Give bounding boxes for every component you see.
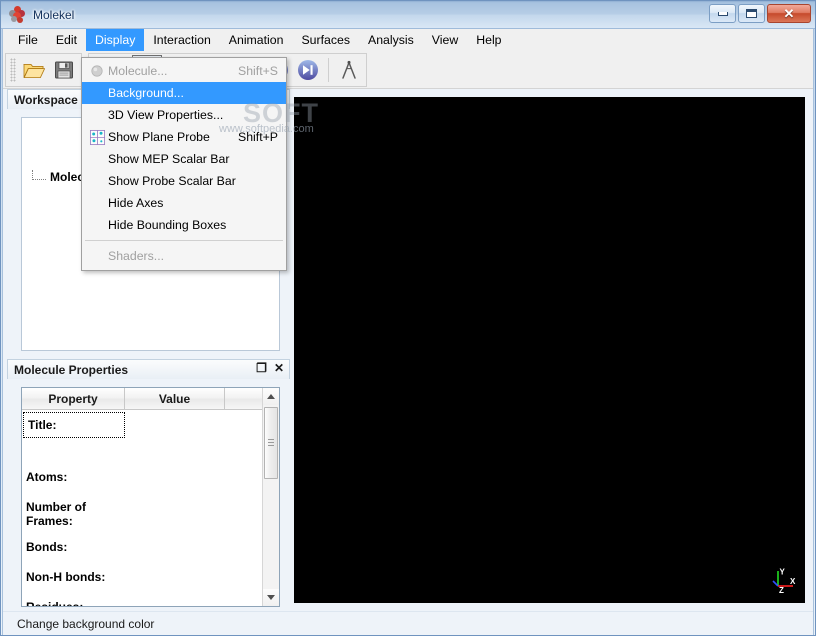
measure-button[interactable] — [334, 55, 364, 85]
next-frame-button[interactable] — [293, 55, 323, 85]
chevron-down-icon — [267, 595, 275, 600]
column-header-property[interactable]: Property — [22, 388, 125, 410]
properties-panel-title: Molecule Properties ❐ ✕ — [7, 359, 290, 379]
molecule-icon — [9, 6, 26, 23]
menu-help[interactable]: Help — [467, 29, 510, 51]
properties-table-header: Property Value — [22, 388, 262, 410]
menu-item-label: Show Plane Probe — [108, 130, 210, 144]
application-window: Molekel ✕ File Edit Display Interaction … — [0, 0, 816, 636]
status-bar: Change background color — [3, 611, 813, 635]
properties-table-main: Property Value Title: Atoms: Number of F… — [22, 388, 262, 606]
menu-view[interactable]: View — [423, 29, 467, 51]
client-area: File Edit Display Interaction Animation … — [2, 29, 814, 635]
workspace-title-label: Workspace — [14, 92, 78, 107]
menu-analysis[interactable]: Analysis — [359, 29, 423, 51]
menu-item-label: Background... — [108, 86, 184, 100]
properties-table-body: Title: Atoms: Number of Frames: Bonds: N… — [22, 410, 262, 606]
compass-icon — [342, 60, 356, 79]
column-header-value[interactable]: Value — [125, 388, 225, 410]
3d-viewport[interactable]: Y X Z — [294, 97, 805, 603]
axis-label-y: Y — [780, 568, 786, 577]
menu-item-label: Show Probe Scalar Bar — [108, 174, 236, 188]
scroll-down-button[interactable] — [263, 589, 279, 606]
minimize-icon — [717, 11, 728, 16]
scrollbar-track[interactable] — [263, 405, 279, 589]
menu-item-hide-axes[interactable]: Hide Axes — [82, 192, 286, 214]
floppy-disk-icon — [55, 61, 73, 78]
display-menu-dropdown: Molecule... Shift+S Background... 3D Vie… — [81, 57, 287, 271]
scroll-up-button[interactable] — [263, 388, 279, 405]
plane-probe-icon — [86, 129, 108, 146]
menu-item-show-mep-scalar-bar[interactable]: Show MEP Scalar Bar — [82, 148, 286, 170]
maximize-icon — [746, 9, 757, 18]
table-row[interactable]: Residues: — [22, 600, 83, 606]
sphere-icon — [86, 64, 108, 78]
open-folder-icon — [23, 63, 45, 78]
menu-interaction[interactable]: Interaction — [144, 29, 219, 51]
properties-title-label: Molecule Properties — [14, 362, 129, 377]
maximize-button[interactable] — [738, 4, 765, 23]
status-message: Change background color — [17, 616, 155, 631]
menu-item-label: 3D View Properties... — [108, 108, 224, 122]
chevron-up-icon — [267, 394, 275, 399]
properties-table-container: Property Value Title: Atoms: Number of F… — [21, 387, 280, 607]
menu-edit[interactable]: Edit — [47, 29, 86, 51]
menu-item-show-plane-probe[interactable]: Show Plane Probe Shift+P — [82, 126, 286, 148]
menu-item-accel: Shift+P — [238, 130, 278, 144]
window-title: Molekel — [33, 7, 75, 22]
save-file-button[interactable] — [49, 55, 79, 85]
title-bar: Molekel ✕ — [1, 1, 815, 29]
table-row[interactable]: Number of Frames: — [22, 500, 86, 528]
table-row[interactable]: Atoms: — [22, 470, 67, 484]
menu-separator — [85, 240, 283, 241]
menu-item-label: Show MEP Scalar Bar — [108, 152, 230, 166]
table-row[interactable]: Bonds: — [22, 540, 67, 554]
close-icon: ✕ — [783, 6, 795, 21]
menu-item-3d-view-properties[interactable]: 3D View Properties... — [82, 104, 286, 126]
menu-item-label: Molecule... — [108, 64, 168, 78]
window-controls: ✕ — [709, 4, 811, 23]
open-file-button[interactable] — [19, 55, 49, 85]
scrollbar-thumb[interactable] — [264, 407, 278, 479]
menu-item-label: Hide Axes — [108, 196, 164, 210]
table-row[interactable]: Title: — [23, 412, 125, 438]
menu-item-show-probe-scalar-bar[interactable]: Show Probe Scalar Bar — [82, 170, 286, 192]
properties-table: Property Value Title: Atoms: Number of F… — [22, 388, 279, 606]
menu-item-accel: Shift+S — [238, 64, 278, 78]
table-row[interactable]: Non-H bonds: — [22, 570, 105, 584]
toolbar-grip[interactable] — [10, 57, 16, 82]
axes-indicator: Y X Z — [772, 568, 796, 595]
molecule-properties-panel: Molecule Properties ❐ ✕ Property Value T… — [3, 359, 294, 611]
axis-label-z: Z — [779, 586, 784, 595]
toolbar-file-group — [5, 52, 82, 87]
toolbar-separator — [328, 57, 329, 82]
column-header-blank[interactable] — [225, 388, 262, 410]
skip-next-icon — [298, 59, 318, 80]
menu-item-molecule[interactable]: Molecule... Shift+S — [82, 60, 286, 82]
menu-bar: File Edit Display Interaction Animation … — [3, 29, 813, 51]
tree-branch-icon — [32, 170, 46, 180]
menu-item-shaders[interactable]: Shaders... — [82, 245, 286, 267]
close-icon[interactable]: ✕ — [274, 362, 284, 374]
close-button[interactable]: ✕ — [767, 4, 811, 23]
menu-surfaces[interactable]: Surfaces — [292, 29, 359, 51]
axis-label-x: X — [790, 577, 796, 586]
menu-file[interactable]: File — [9, 29, 47, 51]
menu-display[interactable]: Display — [86, 29, 145, 51]
menu-animation[interactable]: Animation — [220, 29, 293, 51]
menu-item-hide-bounding-boxes[interactable]: Hide Bounding Boxes — [82, 214, 286, 236]
menu-item-label: Shaders... — [108, 249, 165, 263]
menu-item-label: Hide Bounding Boxes — [108, 218, 227, 232]
properties-scrollbar[interactable] — [262, 388, 279, 606]
menu-item-background[interactable]: Background... — [82, 82, 286, 104]
float-icon[interactable]: ❐ — [256, 362, 267, 374]
minimize-button[interactable] — [709, 4, 736, 23]
